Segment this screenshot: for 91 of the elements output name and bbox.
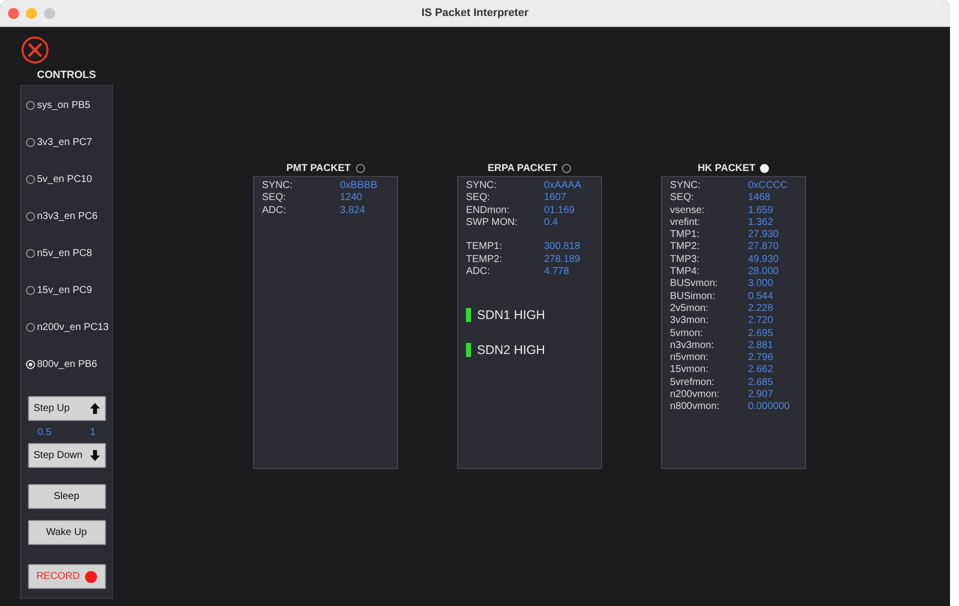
field-label: TEMP2: [466,254,504,266]
up-arrow-icon [90,403,100,414]
packet-title: HK PACKET [698,163,756,174]
packet-title: PMT PACKET [286,163,351,174]
field-value: 0.4 [544,216,558,230]
sleep-button[interactable]: Sleep [28,484,106,509]
field-label: n3v3mon: [670,340,715,352]
field-value: 278.189 [544,254,580,266]
field-label: BUSimon: [670,290,716,303]
field-value: 1607 [544,192,566,205]
field-label: ENDmon: [466,204,510,217]
field-value: 27.930 [748,229,779,242]
field-value: 2.228 [748,302,774,316]
window-title: IS Packet Interpreter [422,7,528,19]
radio-option[interactable]: 800v_en PB6 [21,359,112,396]
field-value: 0xBBBB [340,180,378,192]
field-label: TMP3: [670,254,700,266]
close-window-icon[interactable] [8,8,19,18]
field-label: vrefint: [670,216,702,230]
radio-icon[interactable] [26,286,35,295]
field-label: BUSvmon: [670,278,719,291]
field-label: SYNC: [466,180,498,192]
close-icon[interactable] [20,35,50,65]
field-value: 0xAAAA [544,180,582,192]
field-label: ADC: [262,204,287,217]
field-value: 0.544 [748,290,774,303]
field-value: 2.662 [748,364,774,377]
field-value: 2.907 [748,389,774,402]
radio-icon[interactable] [26,175,35,184]
radio-option[interactable]: n200v_en PC13 [21,322,112,359]
wake-up-button[interactable]: Wake Up [28,520,106,545]
field-label: SYNC: [262,180,294,192]
field-value: 3.000 [748,278,774,291]
field-value: 27.870 [748,241,779,254]
field-label: TEMP1: [466,241,504,254]
field-value: 2.881 [748,340,774,352]
radio-option[interactable]: 15v_en PC9 [21,285,112,322]
field-label: 3v3mon: [670,315,710,328]
field-label: 15vmon: [670,364,710,377]
field-label: TMP1: [670,229,700,242]
field-label: 5vrefmon: [670,376,716,390]
packet-title: ERPA PACKET [488,163,558,174]
field-value: 0xCCCC [748,180,788,192]
record-icon [84,570,97,582]
field-value: 0.000000 [748,401,790,414]
field-label: vsense: [670,204,706,217]
field-value: 49.930 [748,254,779,266]
field-label: n200vmon: [670,389,720,402]
step-limit: 1 [90,427,96,438]
field-label: SWP MON: [466,216,518,230]
radio-icon[interactable] [26,101,35,110]
field-label: TMP4: [670,266,700,278]
field-value: 01.169 [544,204,575,217]
controls-heading: CONTROLS [36,69,97,81]
radio-icon[interactable] [26,249,35,258]
step-up-button[interactable]: Step Up [28,396,106,421]
field-value: 1.362 [748,216,774,230]
field-value: 300.818 [544,241,580,254]
field-label: ADC: [466,266,491,278]
radio-option[interactable]: sys_on PB5 [21,100,112,137]
field-label: n800vmon: [670,401,720,414]
field-label: TMP2: [670,241,700,254]
field-value: 4.778 [544,266,570,278]
field-label: 5vmon: [670,328,704,340]
radio-icon[interactable] [26,323,35,332]
field-value: 1240 [340,192,362,205]
field-value: 1468 [748,192,770,205]
field-value: 2.796 [748,352,774,364]
field-value: 2.685 [748,376,774,390]
radio-option[interactable]: 5v_en PC10 [21,174,112,211]
field-value: 1.659 [748,204,774,217]
field-value: 3.824 [340,204,366,217]
radio-option[interactable]: n3v3_en PC6 [21,211,112,248]
step-down-button[interactable]: Step Down [28,443,106,468]
field-label: SYNC: [670,180,702,192]
field-value: 2.720 [748,315,774,328]
radio-option[interactable]: n5v_en PC8 [21,248,112,285]
field-label: n5vmon: [670,352,710,364]
field-label: 2v5mon: [670,302,710,316]
step-value: 0.5 [38,427,52,438]
field-label: SEQ: [262,192,287,205]
indicator-label: SDN1 HIGH [477,308,546,322]
radio-option[interactable]: 3v3_en PC7 [21,137,112,174]
radio-icon[interactable] [26,212,35,221]
field-label: SEQ: [670,192,695,205]
field-value: 28.000 [748,266,779,278]
radio-icon[interactable] [26,138,35,147]
down-arrow-icon [90,450,100,461]
field-value: 2.695 [748,328,774,340]
field-label: SEQ: [466,192,491,205]
indicator-label: SDN2 HIGH [477,343,546,358]
